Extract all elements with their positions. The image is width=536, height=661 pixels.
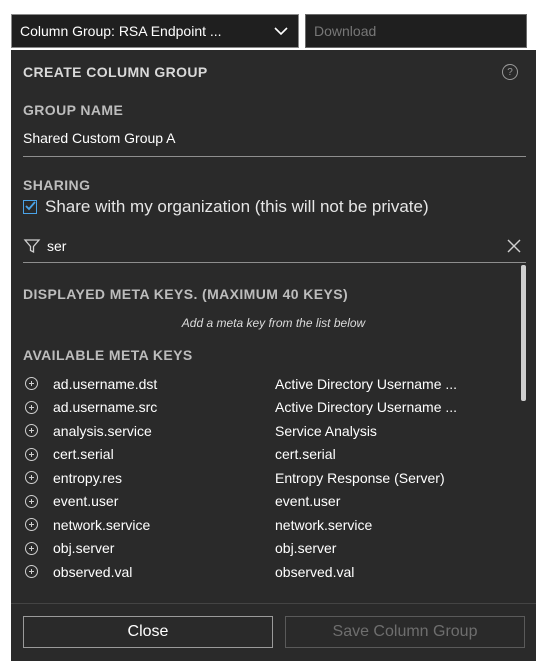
list-item[interactable]: ad.username.dst Active Directory Usernam… bbox=[11, 372, 536, 396]
add-circle-icon[interactable] bbox=[25, 400, 38, 414]
panel-title: CREATE COLUMN GROUP bbox=[23, 64, 208, 80]
share-checkbox-row[interactable]: Share with my organization (this will no… bbox=[23, 197, 429, 217]
add-circle-icon[interactable] bbox=[25, 447, 38, 461]
available-meta-keys-list: ad.username.dst Active Directory Usernam… bbox=[11, 372, 536, 584]
meta-key-filter[interactable]: ser bbox=[23, 232, 522, 260]
close-icon[interactable] bbox=[506, 238, 522, 254]
displayed-meta-keys-hint: Add a meta key from the list below bbox=[181, 316, 366, 330]
download-placeholder: Download bbox=[314, 23, 377, 39]
group-name-label: GROUP NAME bbox=[23, 102, 124, 118]
sharing-label: SHARING bbox=[23, 177, 91, 193]
meta-key-description: Entropy Response (Server) bbox=[275, 469, 445, 486]
column-group-select[interactable]: Column Group: RSA Endpoint ... bbox=[11, 14, 299, 48]
help-icon[interactable]: ? bbox=[502, 64, 518, 80]
download-input[interactable]: Download bbox=[305, 14, 527, 48]
filter-icon bbox=[23, 239, 41, 254]
meta-key-name: ad.username.dst bbox=[53, 375, 158, 392]
list-item[interactable]: cert.serial cert.serial bbox=[11, 443, 536, 467]
save-column-group-button[interactable]: Save Column Group bbox=[285, 616, 525, 648]
list-item[interactable]: network.service network.service bbox=[11, 513, 536, 537]
meta-key-description: event.user bbox=[275, 493, 341, 510]
meta-key-name: observed.val bbox=[53, 563, 133, 580]
list-item[interactable]: analysis.service Service Analysis bbox=[11, 419, 536, 443]
meta-key-name: network.service bbox=[53, 516, 151, 533]
add-circle-icon[interactable] bbox=[25, 471, 38, 485]
meta-key-description: Active Directory Username ... bbox=[275, 375, 458, 392]
meta-key-description: observed.val bbox=[275, 563, 355, 580]
chevron-down-icon bbox=[264, 15, 298, 47]
meta-key-description: Active Directory Username ... bbox=[275, 399, 458, 416]
close-button[interactable]: Close bbox=[23, 616, 273, 648]
list-item[interactable]: obj.server obj.server bbox=[11, 537, 536, 561]
meta-key-description: network.service bbox=[275, 516, 373, 533]
share-checkbox-label: Share with my organization (this will no… bbox=[45, 197, 429, 216]
list-item[interactable]: observed.val observed.val bbox=[11, 560, 536, 584]
meta-key-description: cert.serial bbox=[275, 446, 336, 463]
list-item[interactable]: ad.username.src Active Directory Usernam… bbox=[11, 396, 536, 420]
add-circle-icon[interactable] bbox=[25, 494, 38, 508]
meta-key-description: Service Analysis bbox=[275, 422, 377, 439]
group-name-input[interactable]: Shared Custom Group A bbox=[23, 130, 176, 146]
meta-key-description: obj.server bbox=[275, 540, 337, 557]
share-checkbox[interactable] bbox=[23, 200, 37, 214]
displayed-meta-keys-label: DISPLAYED META KEYS. (MAXIMUM 40 KEYS) bbox=[23, 286, 349, 302]
meta-key-name: obj.server bbox=[53, 540, 115, 557]
toolbar: Column Group: RSA Endpoint ... Download bbox=[0, 0, 536, 50]
meta-key-name: event.user bbox=[53, 493, 119, 510]
filter-input[interactable]: ser bbox=[47, 238, 506, 254]
meta-key-name: entropy.res bbox=[53, 469, 122, 486]
meta-key-name: ad.username.src bbox=[53, 399, 158, 416]
create-column-group-panel: CREATE COLUMN GROUP ? GROUP NAME Shared … bbox=[11, 50, 536, 661]
available-meta-keys-label: AVAILABLE META KEYS bbox=[23, 347, 193, 363]
list-item[interactable]: entropy.res Entropy Response (Server) bbox=[11, 466, 536, 490]
meta-key-name: cert.serial bbox=[53, 446, 114, 463]
meta-key-name: analysis.service bbox=[53, 422, 152, 439]
add-circle-icon[interactable] bbox=[25, 541, 38, 555]
column-group-select-label: Column Group: RSA Endpoint ... bbox=[20, 23, 222, 39]
panel-footer: Close Save Column Group bbox=[11, 603, 536, 661]
add-circle-icon[interactable] bbox=[25, 565, 38, 579]
add-circle-icon[interactable] bbox=[25, 518, 38, 532]
add-circle-icon[interactable] bbox=[25, 377, 38, 391]
list-item[interactable]: event.user event.user bbox=[11, 490, 536, 514]
add-circle-icon[interactable] bbox=[25, 424, 38, 438]
filter-underline bbox=[23, 262, 526, 263]
group-name-underline bbox=[23, 156, 526, 157]
